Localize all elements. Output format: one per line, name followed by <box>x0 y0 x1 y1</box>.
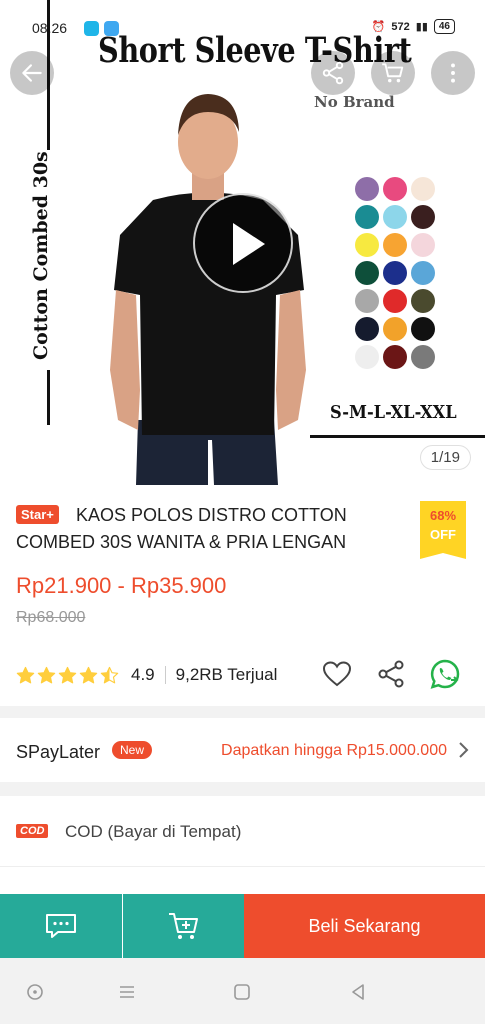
more-vertical-icon <box>451 63 455 83</box>
section-divider <box>0 706 485 718</box>
color-swatches <box>355 177 439 369</box>
color-swatch <box>355 345 379 369</box>
color-swatch <box>355 177 379 201</box>
model-photo <box>110 94 306 485</box>
recent-apps-icon[interactable] <box>117 982 137 1002</box>
chat-seller-button[interactable] <box>0 894 122 958</box>
star-icon <box>16 666 35 683</box>
color-swatch <box>411 233 435 257</box>
system-nav-bar <box>0 958 485 1024</box>
discount-percent: 68% <box>429 508 457 523</box>
chevron-right-icon <box>459 742 469 758</box>
rating-row: 4.9 9,2RB Terjual <box>16 658 471 690</box>
messenger-notification-icon <box>84 21 99 36</box>
share-icon <box>322 61 344 85</box>
color-swatch <box>383 289 407 313</box>
cod-row[interactable]: COD COD (Bayar di Tempat) <box>0 796 485 866</box>
star-icon <box>100 666 119 683</box>
star-icon <box>79 666 98 683</box>
cart-icon <box>382 63 404 83</box>
section-divider <box>0 782 485 796</box>
whatsapp-icon[interactable] <box>429 658 461 690</box>
cod-label: COD (Bayar di Tempat) <box>65 822 242 841</box>
color-swatch <box>411 317 435 341</box>
product-image-carousel[interactable]: 08.26 ⏰ 572 ▮▮ 46 Cotton Combed 30s Shor… <box>0 0 485 485</box>
price-range: Rp21.900 - Rp35.900 <box>16 573 227 598</box>
play-video-button[interactable] <box>193 193 293 293</box>
spaylater-row[interactable]: SPayLater New Dapatkan hingga Rp15.000.0… <box>0 718 485 782</box>
color-swatch <box>383 205 407 229</box>
share-icon[interactable] <box>375 658 407 690</box>
battery-indicator: 46 <box>433 19 455 34</box>
home-icon[interactable] <box>232 982 252 1002</box>
discount-badge: 68% OFF <box>420 501 466 559</box>
star-icon <box>58 666 77 683</box>
new-badge: New <box>112 741 153 759</box>
color-swatch <box>355 289 379 313</box>
sold-count: 9,2RB Terjual <box>175 665 278 684</box>
buy-now-button[interactable]: Beli Sekarang <box>244 894 485 958</box>
color-swatch <box>411 177 435 201</box>
rating-value: 4.9 <box>131 665 155 684</box>
color-swatch <box>411 345 435 369</box>
spaylater-label: SPayLater <box>16 742 101 762</box>
material-text: Cotton Combed 30s <box>30 151 52 360</box>
color-swatch <box>411 205 435 229</box>
divider <box>164 666 166 684</box>
star-icon <box>37 666 56 683</box>
discount-off-label: OFF <box>430 527 456 542</box>
add-to-cart-button[interactable] <box>123 894 244 958</box>
signal-icon: ▮▮ <box>415 21 428 33</box>
color-swatch <box>355 205 379 229</box>
decorative-line <box>47 370 50 425</box>
bottom-action-bar: Beli Sekarang <box>0 894 485 958</box>
color-swatch <box>383 233 407 257</box>
color-swatch <box>355 317 379 341</box>
divider <box>0 866 485 867</box>
back-button[interactable] <box>10 51 54 95</box>
material-label: Cotton Combed 30s <box>30 151 70 360</box>
color-swatch <box>355 261 379 285</box>
decorative-line <box>310 435 485 438</box>
heart-icon[interactable] <box>321 658 353 690</box>
star-plus-badge: Star+ <box>16 505 59 524</box>
brand-label: No Brand <box>314 93 395 111</box>
back-nav-icon[interactable] <box>348 982 368 1002</box>
product-title: KAOS POLOS DISTRO COTTON COMBED 30S WANI… <box>16 505 347 552</box>
rating-stars <box>16 666 119 685</box>
more-options-button[interactable] <box>431 51 475 95</box>
color-swatch <box>383 261 407 285</box>
color-swatch <box>383 345 407 369</box>
spaylater-promo: Dapatkan hingga Rp15.000.000 <box>221 742 447 759</box>
image-counter: 1/19 <box>419 445 471 470</box>
product-actions <box>321 658 461 690</box>
cod-logo: COD <box>16 824 49 838</box>
original-price: Rp68.000 <box>16 609 86 626</box>
assistant-icon[interactable] <box>25 982 45 1002</box>
arrow-left-icon <box>22 64 42 82</box>
color-swatch <box>411 289 435 313</box>
chat-icon <box>46 914 76 938</box>
color-swatch <box>411 261 435 285</box>
add-cart-icon <box>168 913 198 939</box>
share-button[interactable] <box>311 51 355 95</box>
color-swatch <box>383 317 407 341</box>
cart-button[interactable] <box>371 51 415 95</box>
sizes-label: S-M-L-XL-XXL <box>330 402 457 423</box>
color-swatch <box>383 177 407 201</box>
color-swatch <box>355 233 379 257</box>
banner-title: Short Sleeve T-Shirt <box>98 30 412 71</box>
